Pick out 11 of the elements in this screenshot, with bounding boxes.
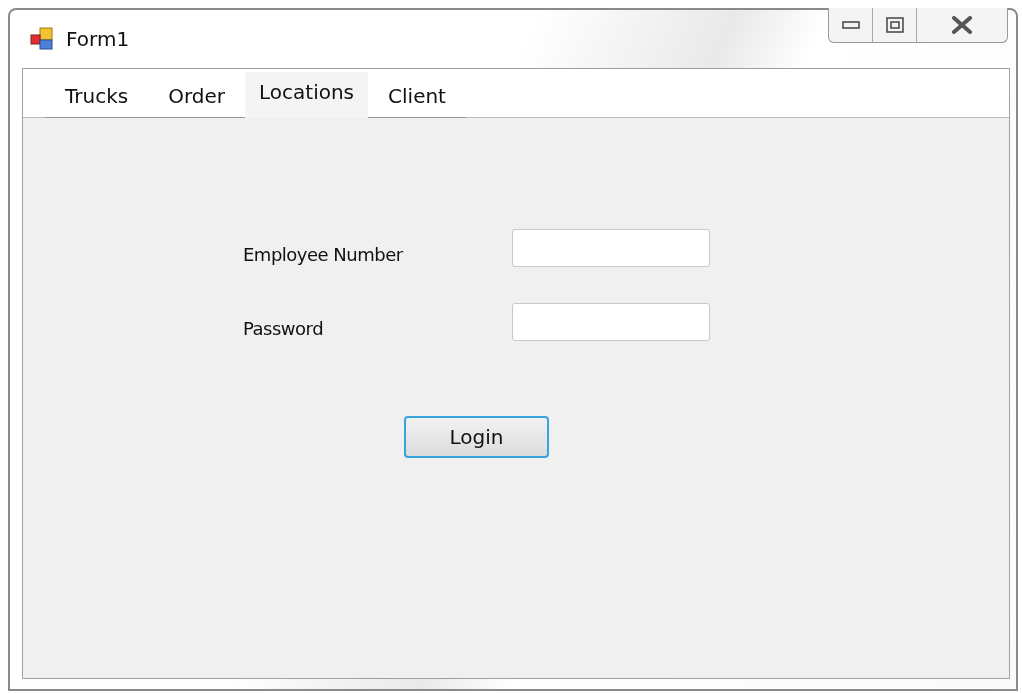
- close-icon: [951, 16, 973, 34]
- input-field[interactable]: [512, 229, 710, 267]
- tab[interactable]: Locations: [245, 72, 369, 118]
- field-label: Employee Number: [243, 244, 404, 267]
- minimize-icon: [841, 21, 860, 29]
- maximize-icon: [885, 17, 904, 33]
- field-label: Password: [243, 318, 325, 341]
- app-icon: [30, 27, 54, 51]
- window-title: Form1: [66, 27, 130, 51]
- login-button[interactable]: Login: [404, 416, 549, 458]
- input-field[interactable]: [512, 303, 710, 341]
